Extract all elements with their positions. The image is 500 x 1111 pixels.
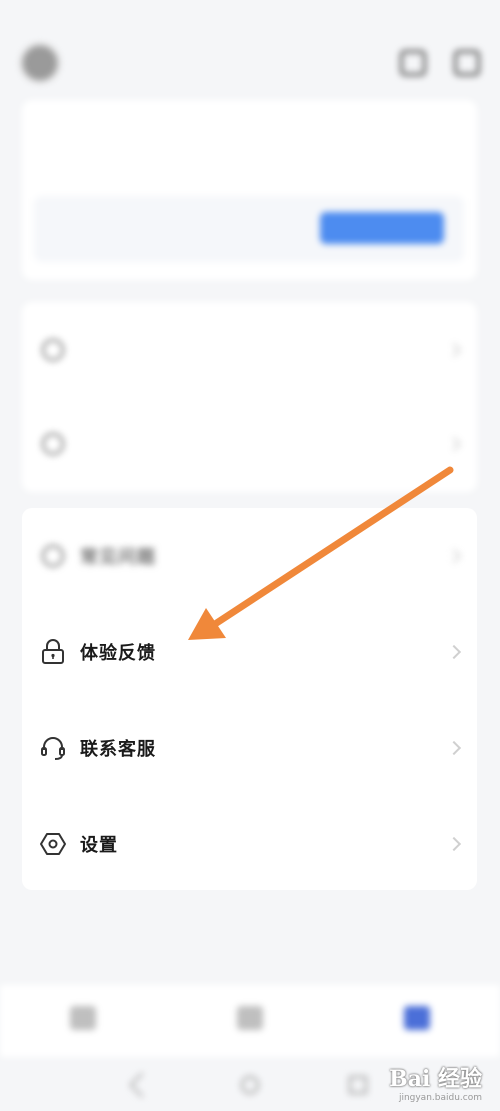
- chevron-right-icon: [446, 644, 462, 660]
- scan-icon[interactable]: [400, 50, 426, 76]
- menu-label: 体验反馈: [80, 643, 156, 664]
- top-bar: [0, 38, 500, 88]
- watermark-url: jingyan.baidu.com: [398, 1093, 482, 1103]
- avatar[interactable]: [20, 43, 60, 83]
- menu-item-faq[interactable]: 常见问题: [22, 508, 477, 604]
- menu-item-top-1[interactable]: [22, 302, 477, 398]
- chevron-right-icon: [446, 836, 462, 852]
- settings-hex-icon: [40, 831, 66, 857]
- nav-item-profile[interactable]: [403, 1006, 430, 1036]
- vip-inner-panel: [34, 196, 464, 262]
- vip-button[interactable]: [320, 212, 444, 244]
- lock-icon: [40, 639, 66, 665]
- nav-item-home[interactable]: [70, 1006, 97, 1036]
- menu-item-feedback[interactable]: 体验反馈: [22, 604, 477, 700]
- circle-icon: [40, 337, 66, 363]
- menu-card-top: [22, 302, 477, 492]
- recent-apps-icon[interactable]: [349, 1075, 367, 1094]
- profile-icon: [403, 1006, 430, 1030]
- chevron-right-icon: [446, 740, 462, 756]
- bottom-nav: [0, 985, 500, 1057]
- home-button-icon[interactable]: [241, 1075, 259, 1094]
- question-icon: [40, 543, 66, 569]
- chevron-right-icon: [446, 436, 462, 452]
- menu-label: 联系客服: [80, 739, 156, 760]
- menu-card-main: 常见问题 体验反馈 联系客服 设置: [22, 508, 477, 890]
- status-bar: [0, 0, 500, 34]
- top-icons: [400, 50, 480, 76]
- circle-icon: [40, 431, 66, 457]
- vip-card: [22, 100, 477, 280]
- headset-icon: [40, 735, 66, 761]
- menu-item-settings[interactable]: 设置: [22, 796, 477, 892]
- nav-item-discover[interactable]: [236, 1006, 263, 1036]
- back-icon[interactable]: [129, 1071, 155, 1098]
- chevron-right-icon: [446, 548, 462, 564]
- home-icon: [70, 1006, 97, 1030]
- discover-icon: [236, 1006, 263, 1030]
- menu-item-customer-service[interactable]: 联系客服: [22, 700, 477, 796]
- message-icon[interactable]: [454, 50, 480, 76]
- watermark-logo: Bai 经验: [389, 1066, 482, 1092]
- menu-label: 常见问题: [80, 547, 156, 568]
- chevron-right-icon: [446, 342, 462, 358]
- menu-item-top-2[interactable]: [22, 396, 477, 492]
- watermark: Bai 经验 jingyan.baidu.com: [389, 1061, 482, 1103]
- menu-label: 设置: [80, 835, 118, 856]
